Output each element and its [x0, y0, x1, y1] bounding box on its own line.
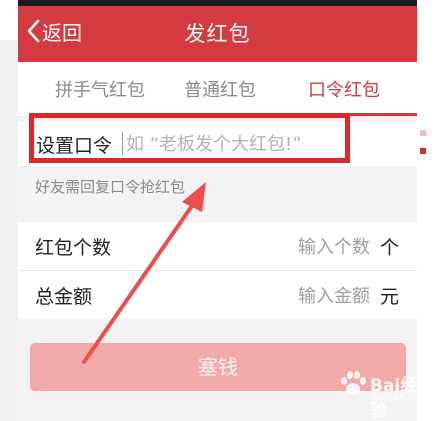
tab-password-red-packet[interactable]: 口令红包	[308, 76, 380, 102]
page-title: 发红包	[184, 22, 251, 46]
tab-bar: 拼手气红包 普通红包 口令红包	[18, 62, 417, 117]
total-amount-label: 总金额	[35, 286, 93, 308]
background-top-strip	[0, 0, 18, 40]
app-header: 返回 发红包	[18, 6, 417, 62]
background-page-left	[0, 0, 18, 421]
background-decoration	[420, 130, 434, 158]
total-amount-row: 总金额 元	[18, 271, 417, 319]
packet-count-input[interactable]	[248, 230, 372, 264]
watermark-logo: Bai经验 jingyan.baidu.com	[338, 365, 441, 421]
packet-count-label: 红包个数	[35, 237, 112, 259]
tab-lucky-red-packet[interactable]: 拼手气红包	[55, 76, 145, 102]
tab-normal-red-packet[interactable]: 普通红包	[184, 76, 256, 102]
annotation-highlight-box	[29, 113, 350, 163]
packet-count-row: 红包个数 个	[18, 222, 417, 271]
phone-screen: 返回 发红包 拼手气红包 普通红包 口令红包 设置口令 好友需回复口令抢红包 红…	[18, 0, 417, 421]
watermark-url: jingyan.baidu.com	[372, 393, 441, 403]
background-page-right	[417, 0, 441, 421]
total-amount-unit: 元	[380, 286, 400, 308]
password-hint: 好友需回复口令抢红包	[35, 178, 186, 196]
packet-count-unit: 个	[380, 237, 400, 259]
paw-icon	[341, 371, 366, 395]
total-amount-input[interactable]	[248, 279, 372, 313]
